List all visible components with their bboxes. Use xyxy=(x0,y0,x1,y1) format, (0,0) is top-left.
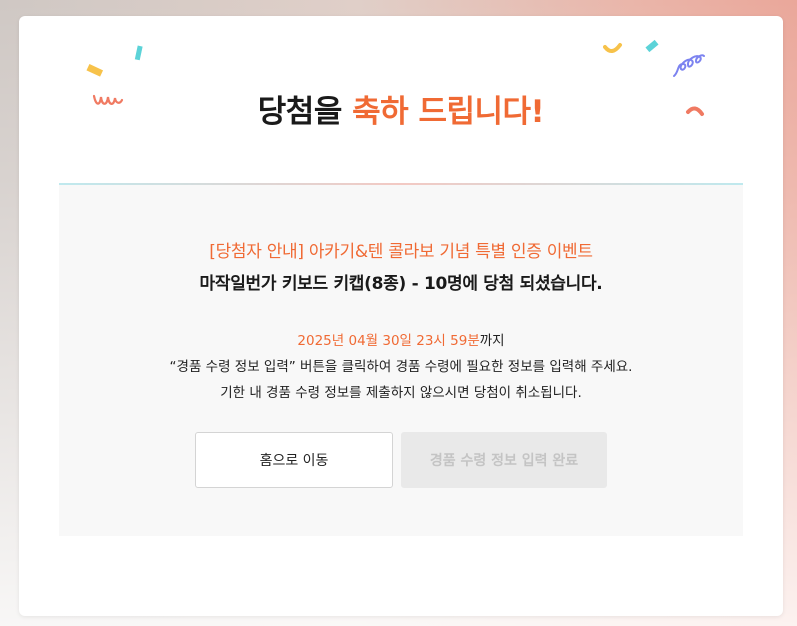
confetti-icon xyxy=(645,39,659,53)
notice-panel: [당첨자 안내] 아카기&텐 콜라보 기념 특별 인증 이벤트 마작일번가 키보… xyxy=(59,185,743,536)
confetti-icon xyxy=(603,43,622,53)
win-message: 마작일번가 키보드 키캡(8종) - 10명에 당첨 되셨습니다. xyxy=(199,274,603,294)
deadline-date: 2025년 04월 30일 23시 59분 xyxy=(297,333,480,349)
deadline-text: 2025년 04월 30일 23시 59분까지 xyxy=(59,329,743,349)
confetti-icon xyxy=(86,64,104,77)
title-text: 당첨을 xyxy=(257,94,353,130)
instruction-text: “경품 수령 정보 입력” 버튼을 클릭하여 경품 수령에 필요한 정보를 입력… xyxy=(169,359,633,375)
confetti-icon xyxy=(134,45,143,61)
cancellation-warning: 기한 내 경품 수령 정보를 제출하지 않으시면 당첨이 취소됩니다. xyxy=(220,385,582,401)
confetti-icon xyxy=(673,54,705,77)
go-home-button[interactable]: 홈으로 이동 xyxy=(195,432,393,488)
prize-info-complete-button[interactable]: 경품 수령 정보 입력 완료 xyxy=(401,432,607,488)
page-title: 당첨을 축하 드립니다! xyxy=(19,86,783,131)
event-title: [당첨자 안내] 아카기&텐 콜라보 기념 특별 인증 이벤트 xyxy=(209,242,593,262)
title-accent-text: 축하 드립니다! xyxy=(352,94,545,130)
deadline-suffix: 까지 xyxy=(479,333,505,349)
winner-modal: 당첨을 축하 드립니다! [당첨자 안내] 아카기&텐 콜라보 기념 특별 인증… xyxy=(19,16,783,616)
